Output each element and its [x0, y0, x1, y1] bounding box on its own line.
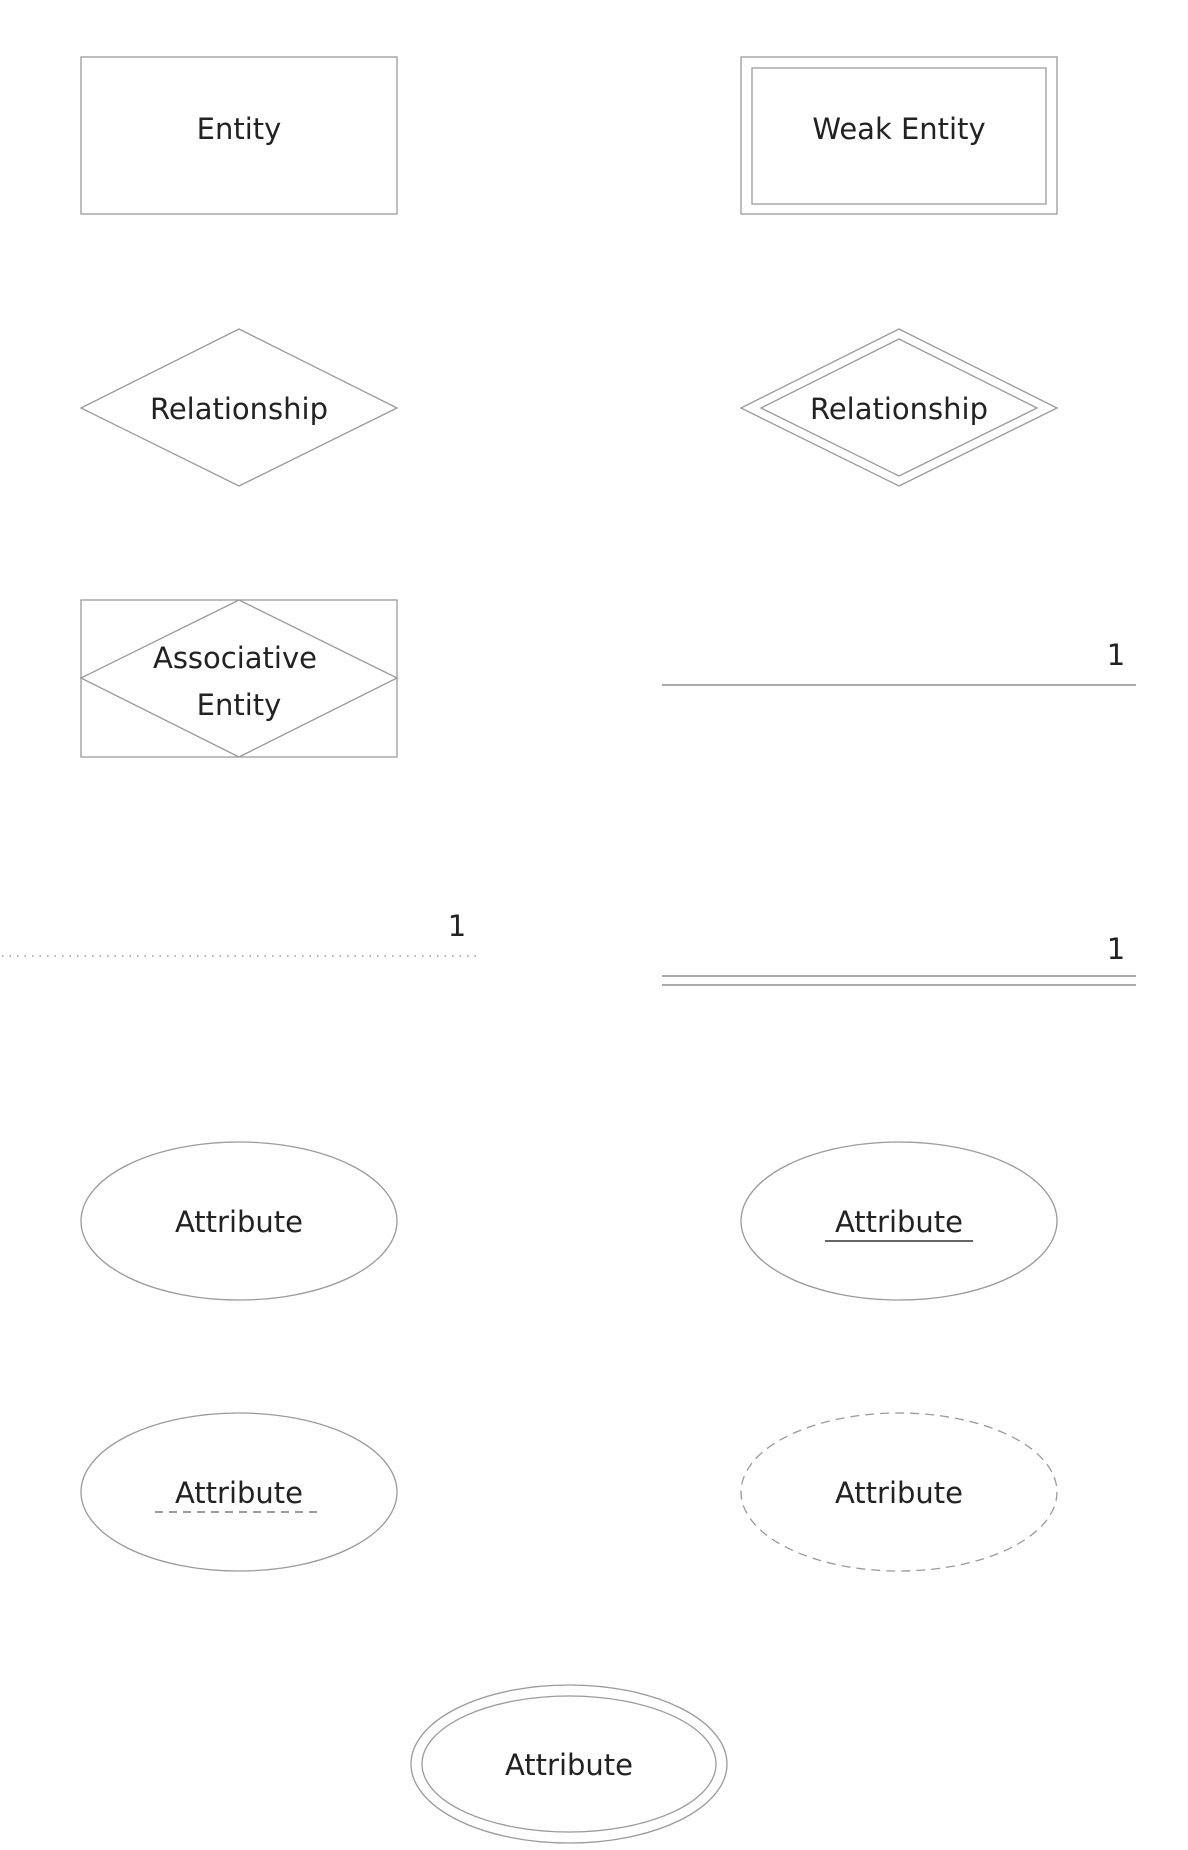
- key-attribute-label: Attribute: [835, 1205, 963, 1239]
- partial-key-attribute-shape[interactable]: Attribute: [80, 1412, 398, 1572]
- attribute-label: Attribute: [175, 1205, 303, 1239]
- key-attribute-shape[interactable]: Attribute: [740, 1141, 1058, 1301]
- relationship-label: Relationship: [150, 392, 328, 426]
- derived-attribute-label: Attribute: [835, 1476, 963, 1510]
- total-connector-cardinality: 1: [1107, 932, 1125, 966]
- identifying-relationship-label: Relationship: [810, 392, 988, 426]
- single-connector-cardinality: 1: [1107, 638, 1125, 672]
- relationship-shape[interactable]: Relationship: [79, 328, 399, 487]
- entity-shape[interactable]: Entity: [80, 56, 398, 215]
- derived-attribute-shape[interactable]: Attribute: [740, 1412, 1058, 1572]
- er-diagram-canvas: Entity Weak Entity Relationship Relation…: [2, 56, 1136, 1844]
- associative-entity-label-line2: Entity: [197, 688, 282, 722]
- weak-entity-shape[interactable]: Weak Entity: [740, 56, 1058, 215]
- partial-key-attribute-label: Attribute: [175, 1476, 303, 1510]
- attribute-shape[interactable]: Attribute: [80, 1141, 398, 1301]
- single-connector[interactable]: 1: [662, 638, 1136, 686]
- multivalued-attribute-label: Attribute: [505, 1748, 633, 1782]
- optional-connector-cardinality: 1: [448, 909, 466, 943]
- weak-entity-label: Weak Entity: [812, 112, 985, 146]
- associative-entity-shape[interactable]: Associative Entity: [79, 599, 399, 758]
- identifying-relationship-shape[interactable]: Relationship: [739, 328, 1059, 487]
- total-connector[interactable]: 1: [662, 932, 1136, 986]
- multivalued-attribute-shape[interactable]: Attribute: [410, 1684, 728, 1844]
- optional-connector[interactable]: 1: [2, 909, 476, 957]
- entity-label: Entity: [197, 112, 282, 146]
- associative-entity-label-line1: Associative: [153, 641, 317, 675]
